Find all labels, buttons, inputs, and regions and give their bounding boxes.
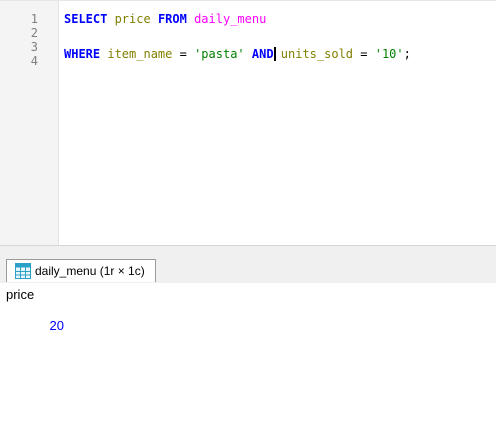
string-pasta: 'pasta' <box>186 47 252 61</box>
line-number-3: 3 <box>30 40 38 54</box>
line-number-4: 4 <box>30 54 38 68</box>
keyword-and: AND <box>251 47 274 61</box>
result-grid[interactable]: price 20 <box>0 283 496 445</box>
column-header-price[interactable]: price <box>6 287 34 302</box>
sql-editor[interactable]: 1 2 3 4 SELECT price FROM daily_menu WHE… <box>0 0 496 246</box>
table-grid-icon <box>15 263 31 279</box>
operator-equals-1: = <box>179 47 187 61</box>
keyword-select: SELECT <box>64 12 108 26</box>
operator-equals-2: = <box>360 47 368 61</box>
code-line-1[interactable]: SELECT price FROM daily_menu <box>64 12 266 26</box>
semicolon: ; <box>403 47 411 61</box>
keyword-from: FROM <box>157 12 187 26</box>
column-item-name: item_name <box>100 47 180 61</box>
table-name: daily_menu <box>186 12 267 26</box>
result-tab-strip: daily_menu (1r × 1c) <box>0 245 496 284</box>
grid-cell[interactable]: 20 <box>6 318 64 333</box>
result-tab-label: daily_menu (1r × 1c) <box>35 264 145 278</box>
line-number-1: 1 <box>30 12 38 26</box>
line-number-2: 2 <box>30 26 38 40</box>
result-tab-daily-menu[interactable]: daily_menu (1r × 1c) <box>6 259 156 282</box>
line-number-gutter: 1 2 3 4 <box>0 1 59 246</box>
column-price: price <box>107 12 158 26</box>
string-ten: '10' <box>367 47 404 61</box>
keyword-where: WHERE <box>64 47 101 61</box>
code-line-3[interactable]: WHERE item_name = 'pasta' AND units_sold… <box>64 47 411 61</box>
sql-workbench: 1 2 3 4 SELECT price FROM daily_menu WHE… <box>0 0 496 445</box>
column-units-sold: units_sold <box>273 47 361 61</box>
